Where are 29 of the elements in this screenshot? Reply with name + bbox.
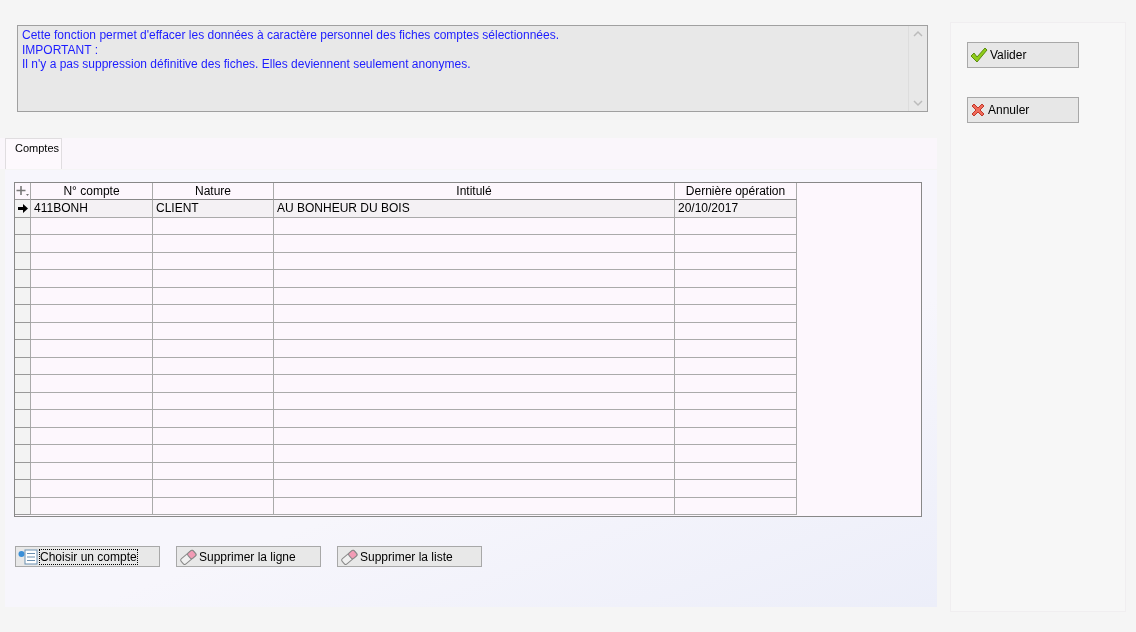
scroll-up-icon[interactable] — [913, 30, 923, 38]
info-text-line: IMPORTANT : — [22, 42, 99, 57]
row-header[interactable] — [15, 235, 31, 253]
add-column-icon[interactable] — [15, 183, 31, 200]
row-header[interactable] — [15, 305, 31, 323]
scroll-down-icon[interactable] — [913, 99, 923, 107]
table-cell: AU BONHEUR DU BOIS — [274, 200, 675, 218]
table-cell: 20/10/2017 — [675, 200, 797, 218]
check-icon — [970, 47, 988, 63]
choose-account-button[interactable]: Choisir un compte — [15, 546, 160, 567]
delete-button[interactable]: Supprimer la liste — [337, 546, 482, 567]
table-cell: CLIENT — [153, 200, 274, 218]
eraser-icon — [179, 548, 197, 565]
row-header[interactable] — [15, 445, 31, 463]
info-text-line: Il n'y a pas suppression définitive des fiches. Elles deviennent seulement anonymes. — [22, 57, 472, 72]
row-header[interactable] — [15, 375, 31, 393]
list-icon — [18, 548, 38, 565]
info-text-line: Cette fonction permet d'effacer les données à caractère personnel des fiches comptes sélectionnées. — [22, 28, 561, 43]
table-cell: 411BONH — [31, 200, 153, 218]
close-icon — [970, 102, 986, 118]
row-header[interactable] — [15, 410, 31, 428]
cancel-button[interactable]: Annuler — [967, 97, 1079, 123]
eraser-icon — [340, 548, 358, 565]
tab[interactable]: Comptes — [5, 138, 62, 169]
delete-button[interactable]: Supprimer la ligne — [176, 546, 321, 567]
row-header[interactable] — [15, 270, 31, 288]
row-header[interactable] — [15, 480, 31, 498]
row-header[interactable] — [15, 340, 31, 358]
validate-button[interactable]: Valider — [967, 42, 1079, 68]
